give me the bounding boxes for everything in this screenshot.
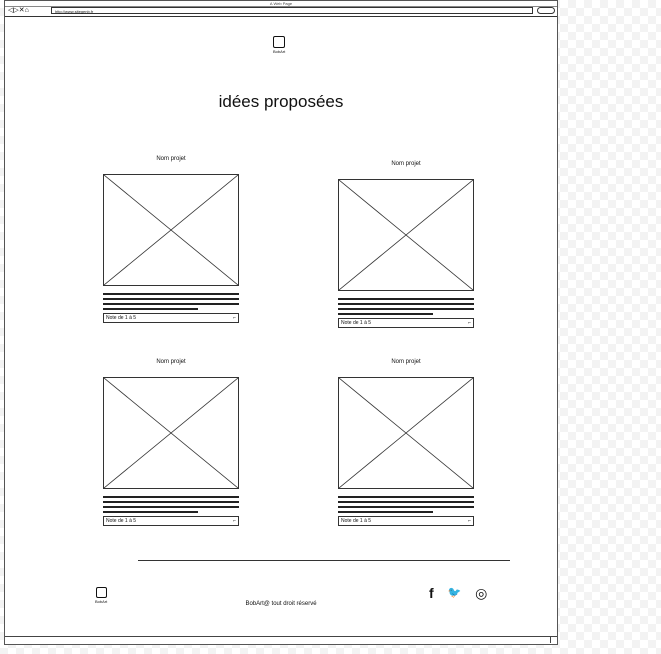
- rating-select-value: Note de 1 à 5: [106, 315, 137, 321]
- image-placeholder-icon: [103, 174, 239, 286]
- rating-select-value: Note de 1 à 5: [106, 518, 137, 524]
- project-name: Nom projet: [156, 359, 186, 365]
- project-name: Nom projet: [391, 161, 421, 167]
- image-placeholder-icon: [338, 179, 474, 291]
- project-card: Nom projet Note de 1 à 5 ⌐: [103, 156, 239, 323]
- project-name: Nom projet: [391, 359, 421, 365]
- project-description: [103, 496, 239, 513]
- instagram-icon[interactable]: ◎: [475, 586, 487, 600]
- resize-grip-icon[interactable]: [550, 637, 557, 643]
- facebook-icon[interactable]: f: [429, 586, 434, 600]
- page-content: BobArt idées proposées Nom projet Note d…: [5, 17, 557, 637]
- project-description: [103, 293, 239, 310]
- rating-select[interactable]: Note de 1 à 5 ⌐: [103, 313, 239, 323]
- nav-buttons[interactable]: ◁▷✕⌂: [8, 7, 29, 15]
- browser-toolbar: ◁▷✕⌂ http://www.sitegenb.fr: [5, 6, 557, 17]
- footer-divider: [138, 560, 510, 561]
- project-description: [338, 496, 474, 513]
- logo-icon: [273, 36, 286, 48]
- chevron-down-icon: ⌐: [468, 320, 471, 326]
- project-description: [338, 298, 474, 315]
- project-card: Nom projet Note de 1 à 5 ⌐: [338, 359, 474, 526]
- project-card: Nom projet Note de 1 à 5 ⌐: [338, 161, 474, 328]
- rating-select-value: Note de 1 à 5: [341, 320, 372, 326]
- project-name: Nom projet: [156, 156, 186, 162]
- rating-select-value: Note de 1 à 5: [341, 518, 372, 524]
- chevron-down-icon: ⌐: [468, 518, 471, 524]
- address-bar[interactable]: http://www.sitegenb.fr: [51, 7, 533, 14]
- browser-window: A Web Page ◁▷✕⌂ http://www.sitegenb.fr B…: [4, 0, 558, 645]
- social-links: f 🐦 ◎: [429, 585, 497, 600]
- chevron-down-icon: ⌐: [233, 518, 236, 524]
- logo-icon: [95, 587, 107, 598]
- header-logo[interactable]: BobArt: [273, 36, 285, 54]
- page-title: idées proposées: [218, 92, 344, 111]
- chevron-down-icon: ⌐: [233, 315, 236, 321]
- image-placeholder-icon: [103, 377, 239, 489]
- rating-select[interactable]: Note de 1 à 5 ⌐: [338, 516, 474, 526]
- horizontal-scrollbar[interactable]: [5, 636, 557, 644]
- rating-select[interactable]: Note de 1 à 5 ⌐: [338, 318, 474, 328]
- copyright-text: BobArt@ tout droit réservé: [245, 601, 317, 607]
- rating-select[interactable]: Note de 1 à 5 ⌐: [103, 516, 239, 526]
- image-placeholder-icon: [338, 377, 474, 489]
- logo-label: BobArt: [273, 49, 286, 54]
- project-card: Nom projet Note de 1 à 5 ⌐: [103, 359, 239, 526]
- twitter-icon[interactable]: 🐦: [448, 586, 462, 600]
- search-box[interactable]: [537, 7, 555, 14]
